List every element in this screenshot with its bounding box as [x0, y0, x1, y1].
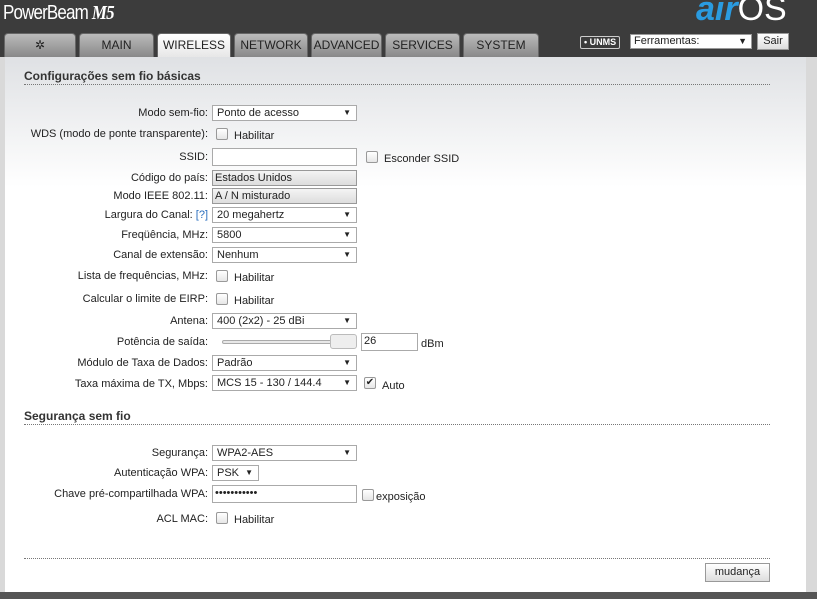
output-power-slider[interactable] — [222, 340, 337, 344]
security-select[interactable]: WPA2-AES — [212, 445, 357, 461]
max-tx-rate-select[interactable]: MCS 15 - 130 / 144.4 — [212, 375, 357, 391]
divider — [24, 558, 770, 559]
tab-services[interactable]: SERVICES — [385, 33, 460, 57]
tab-advanced[interactable]: ADVANCED — [311, 33, 382, 57]
taskbar — [0, 592, 817, 599]
label: Habilitar — [234, 130, 275, 142]
label: Modo sem-fio: — [138, 107, 208, 119]
wds-checkbox[interactable] — [216, 128, 228, 140]
slider-handle[interactable] — [330, 334, 357, 349]
label: Auto — [382, 380, 405, 392]
extension-channel-select[interactable]: Nenhum — [212, 247, 357, 263]
airos-logo: airOS — [696, 0, 787, 28]
channel-width-select[interactable]: 20 megahertz — [212, 207, 357, 223]
chevron-down-icon: ▼ — [738, 36, 747, 46]
unms-badge[interactable]: • UNMS — [580, 36, 621, 49]
label: Esconder SSID — [384, 153, 460, 165]
eirp-checkbox[interactable] — [216, 293, 228, 305]
data-rate-module-select[interactable]: Padrão — [212, 355, 357, 371]
label: Taxa máxima de TX, Mbps: — [74, 378, 208, 390]
section-title-basic: Configurações sem fio básicas — [24, 69, 201, 83]
label: Segurança: — [151, 447, 208, 459]
wpa-auth-select[interactable]: PSK — [212, 465, 259, 481]
divider — [24, 424, 770, 425]
product-logo: PowerBeam M5 — [3, 2, 115, 24]
label: Código do país: — [130, 172, 208, 184]
label: Calcular o limite de EIRP: — [82, 293, 208, 305]
antenna-select[interactable]: 400 (2x2) - 25 dBi — [212, 313, 357, 329]
label: Canal de extensão: — [113, 249, 208, 261]
tab-ubiquiti-logo[interactable]: ✲ — [4, 33, 76, 57]
acl-checkbox[interactable] — [216, 512, 228, 524]
wireless-mode-select[interactable]: Ponto de acesso — [212, 105, 357, 121]
divider — [24, 84, 770, 85]
help-link[interactable]: [?] — [196, 209, 208, 221]
label: Módulo de Taxa de Dados: — [77, 357, 208, 369]
logout-button[interactable]: Sair — [757, 33, 789, 50]
label: Potência de saída: — [116, 336, 208, 348]
hide-ssid-checkbox[interactable] — [366, 151, 378, 163]
label: Freqüência, MHz: — [121, 229, 208, 241]
label: exposição — [376, 491, 426, 503]
label: Antena: — [170, 315, 208, 327]
tab-system[interactable]: SYSTEM — [463, 33, 539, 57]
frequency-select[interactable]: 5800 — [212, 227, 357, 243]
auto-checkbox[interactable]: ✔ — [364, 377, 376, 389]
label: Habilitar — [234, 272, 275, 284]
ssid-input[interactable] — [212, 148, 357, 166]
label: SSID: — [179, 151, 208, 163]
label: Chave pré-compartilhada WPA: — [54, 488, 208, 500]
label: Habilitar — [234, 295, 275, 307]
ieee-mode-field: A / N misturado — [212, 188, 357, 204]
section-title-security: Segurança sem fio — [24, 409, 131, 423]
change-button[interactable]: mudança — [705, 563, 770, 582]
tab-wireless[interactable]: WIRELESS — [157, 33, 231, 58]
label: Modo IEEE 802.11: — [113, 190, 208, 202]
frequency-list-checkbox[interactable] — [216, 270, 228, 282]
wpa-key-input[interactable]: ••••••••••• — [212, 485, 357, 503]
output-power-input[interactable]: 26 — [361, 333, 418, 351]
unit-label: dBm — [421, 338, 444, 350]
label: WDS (modo de ponte transparente): — [30, 128, 208, 140]
header: PowerBeam M5 airOS ✲ MAIN WIRELESS NETWO… — [0, 0, 817, 58]
label: ACL MAC: — [156, 513, 208, 525]
country-button[interactable]: Estados Unidos — [212, 170, 357, 186]
tools-select[interactable]: Ferramentas: ▼ — [630, 34, 752, 49]
label: Lista de frequências, MHz: — [77, 270, 208, 282]
ubiquiti-icon: ✲ — [34, 38, 46, 52]
tab-main[interactable]: MAIN — [79, 33, 154, 57]
show-key-checkbox[interactable] — [362, 489, 374, 501]
tab-network[interactable]: NETWORK — [234, 33, 308, 57]
label: Habilitar — [234, 514, 275, 526]
label: Largura do Canal: [?] — [104, 209, 208, 221]
label: Autenticação WPA: — [114, 467, 208, 479]
